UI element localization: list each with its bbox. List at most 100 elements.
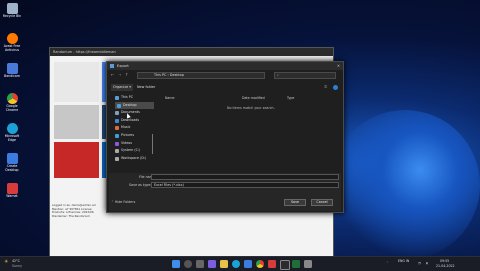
weather-temp[interactable]: 42°C <box>12 259 20 263</box>
clock-time[interactable]: 09:55 <box>440 259 449 263</box>
avast-icon-glyph <box>6 33 18 44</box>
chrome-icon[interactable]: Google Chrome <box>2 93 22 112</box>
address-row: ← → ↑ This PC › Desktop ⌕ <box>109 72 341 79</box>
back-arrow-icon[interactable]: ← <box>111 72 114 77</box>
export-dialog: Export ✕ ← → ↑ This PC › Desktop ⌕ Organ… <box>106 61 344 213</box>
edge-icon[interactable]: Microsoft Edge <box>2 123 22 142</box>
drive-icon <box>115 149 119 154</box>
nav-item-desktop[interactable]: Desktop <box>115 101 154 110</box>
column-header-name[interactable]: Name <box>165 96 174 100</box>
weather-icon[interactable]: ☀ <box>4 259 8 265</box>
volume-icon[interactable]: ◖ <box>426 261 428 265</box>
wifi-icon[interactable]: ◔ <box>418 261 421 265</box>
settings-taskbar-icon[interactable] <box>304 260 312 268</box>
tile-red[interactable] <box>54 142 99 178</box>
documents-folder-icon <box>115 111 119 116</box>
downloads-folder-icon <box>115 118 119 123</box>
app-taskbar-icon-2[interactable] <box>280 260 290 270</box>
nav-item-pictures[interactable]: Pictures <box>109 132 154 140</box>
forward-arrow-icon[interactable]: → <box>118 72 121 77</box>
dialog-app-icon <box>110 64 114 68</box>
desktop-icon-label: Create Desktop <box>5 164 19 172</box>
tile-blank-2[interactable] <box>54 105 99 139</box>
start-icon[interactable] <box>172 260 180 268</box>
browser-footer: Logged in as: demo@admin.ad Mention: a7 … <box>52 203 107 218</box>
chrome-taskbar-icon[interactable] <box>256 260 264 268</box>
drive-icon <box>115 156 119 161</box>
widgets-icon[interactable] <box>208 260 216 268</box>
music-folder-icon <box>115 126 119 131</box>
footer-line: Disclaimer: The Randorium <box>52 213 90 218</box>
desktop-icon-label: Microsoft Edge <box>4 134 20 142</box>
column-header-date[interactable]: Date modified <box>242 96 265 100</box>
cancel-button[interactable]: Cancel <box>311 199 333 206</box>
search-icon[interactable] <box>184 260 192 268</box>
chevron-up-icon[interactable]: ⌃ <box>386 261 389 265</box>
save-fields: File name: Save as type: Excel Files (*.… <box>109 173 341 211</box>
nav-item-label: Videos <box>121 140 132 145</box>
pictures-folder-icon <box>115 133 119 138</box>
nav-item-label: Desktop <box>123 102 137 107</box>
nav-item-label: Documents <box>121 110 140 115</box>
new-folder-button[interactable]: New folder <box>137 84 155 91</box>
file-list: Name Date modified Type No items match y… <box>157 94 339 172</box>
desktop-icon-label: Avast Free Antivirus <box>3 44 21 52</box>
taskbar: ☀ 42°C Sunny ⌃ ENG IN ◔ ◖ 09:55 21-04-20… <box>0 256 480 271</box>
nav-item-music[interactable]: Music <box>109 124 154 132</box>
store-icon[interactable] <box>244 260 252 268</box>
bandicam-icon[interactable]: Bandicam <box>2 63 22 79</box>
warnet-icon[interactable]: Warnet <box>2 183 22 199</box>
file-explorer-icon[interactable] <box>220 260 228 268</box>
recycle-bin-icon-glyph <box>6 3 18 14</box>
nav-scrollbar[interactable] <box>152 134 153 154</box>
desktop-icon-label: Recycle Bin <box>2 14 22 18</box>
videos-folder-icon <box>115 141 119 146</box>
save-type-select[interactable]: Excel Files (*.xlsx) <box>151 182 339 188</box>
edge-taskbar-icon[interactable] <box>232 260 240 268</box>
nav-item-system-drive[interactable]: System (C:) <box>109 147 154 155</box>
desktop-icon-label: Bandicam <box>4 74 20 78</box>
file-name-input[interactable] <box>151 174 339 180</box>
nav-item-videos[interactable]: Videos <box>109 140 154 148</box>
hide-folders-toggle[interactable]: ⌃ Hide Folders <box>111 200 135 204</box>
chrome-icon-glyph <box>6 93 18 104</box>
excel-taskbar-icon[interactable] <box>292 260 300 268</box>
command-bar: Organize ▾ New folder ☰ <box>109 84 341 91</box>
search-icon: ⌕ <box>277 73 279 77</box>
language-indicator[interactable]: ENG IN <box>398 259 409 263</box>
dialog-title: Export <box>117 64 129 68</box>
task-view-icon[interactable] <box>196 260 204 268</box>
address-bar[interactable]: This PC › Desktop <box>137 72 265 79</box>
save-button[interactable]: Save <box>284 199 306 206</box>
column-header-type[interactable]: Type <box>287 96 294 100</box>
nav-item-label: Downloads <box>121 117 140 122</box>
view-options-icon[interactable]: ☰ <box>324 84 327 91</box>
nav-item-workspace-drive[interactable]: Workspace (D:) <box>109 155 154 163</box>
save-type-label: Save as type: <box>129 183 152 187</box>
clock-date[interactable]: 21-04-2022 <box>436 264 455 268</box>
nav-item-documents[interactable]: Documents <box>109 109 154 117</box>
tile-blank-1[interactable] <box>54 62 99 102</box>
desktop-icon-label: Google Chrome <box>5 104 19 112</box>
search-input[interactable]: ⌕ <box>274 72 336 79</box>
warnet-icon-glyph <box>6 183 18 194</box>
nav-item-label: System (C:) <box>121 148 141 153</box>
nav-item-label: Workspace (D:) <box>121 155 147 160</box>
browser-title-bar[interactable]: Randorium - https://theamiddleman <box>50 48 333 56</box>
recycle-bin-icon[interactable]: Recycle Bin <box>2 3 22 19</box>
wallpaper-bloom <box>330 110 480 260</box>
help-icon[interactable] <box>333 85 338 90</box>
nav-item-label: Music <box>121 125 131 130</box>
up-arrow-icon[interactable]: ↑ <box>125 72 128 77</box>
create-desktop-icon[interactable]: Create Desktop <box>2 153 22 172</box>
nav-item-this-pc[interactable]: This PC <box>109 94 154 102</box>
desktop-folder-icon <box>117 103 121 108</box>
dialog-title-bar[interactable]: Export ✕ <box>107 62 343 70</box>
nav-item-downloads[interactable]: Downloads <box>109 117 154 125</box>
app-taskbar-icon[interactable] <box>268 260 276 268</box>
empty-message: No items match your search. <box>227 106 275 110</box>
organize-button[interactable]: Organize ▾ <box>111 84 133 91</box>
avast-icon[interactable]: Avast Free Antivirus <box>2 33 22 52</box>
close-icon[interactable]: ✕ <box>337 62 340 70</box>
hide-folders-label: Hide Folders <box>114 200 136 204</box>
